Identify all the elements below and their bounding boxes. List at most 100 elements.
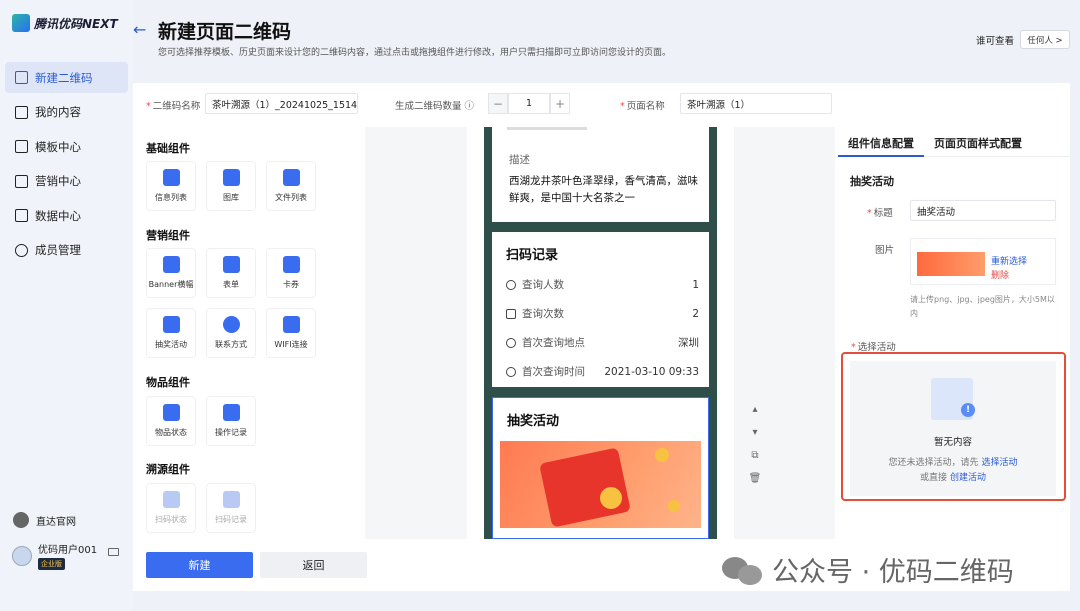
chat-icon bbox=[222, 316, 240, 333]
official-site-link[interactable]: 直达官网 bbox=[13, 512, 76, 528]
create-activity-link[interactable]: 创建活动 bbox=[950, 473, 986, 483]
count-input[interactable]: 1 bbox=[508, 93, 550, 114]
scan-icon bbox=[222, 491, 240, 508]
sidebar-item-label: 营销中心 bbox=[35, 174, 81, 188]
title-field-input[interactable]: 抽奖活动 bbox=[910, 200, 1056, 221]
list-icon bbox=[15, 105, 28, 119]
clock-icon bbox=[506, 366, 516, 377]
component-wifi[interactable]: WIFI连接 bbox=[266, 308, 316, 358]
watermark-text: 公众号 · 优码二维码 bbox=[772, 557, 1014, 588]
select-activity-link[interactable]: 选择活动 bbox=[981, 458, 1017, 468]
sidebar-item-label: 成员管理 bbox=[35, 243, 81, 257]
logo-icon bbox=[12, 14, 30, 32]
document-icon bbox=[506, 308, 516, 319]
card-toolbar: ▴ ▾ ⧉ 🗑 bbox=[747, 398, 763, 490]
copy-icon[interactable]: ⧉ bbox=[747, 444, 763, 467]
reselect-link[interactable]: 重新选择 bbox=[991, 254, 1027, 267]
logo-text: 腾讯优码NEXT bbox=[34, 16, 118, 31]
page-subtitle: 您可选择推荐模板、历史页面来设计您的二维码内容，通过点击或拖拽组件进行修改，用户… bbox=[158, 48, 672, 58]
upload-hint: 请上传png、jpg、jpeg图片，大小5M以内 bbox=[910, 295, 1055, 318]
mail-icon[interactable] bbox=[108, 548, 119, 556]
info-icon: ⓘ bbox=[464, 101, 475, 112]
app-logo[interactable]: 腾讯优码NEXT bbox=[12, 14, 118, 32]
sidebar-item-new-qr[interactable]: 新建二维码 bbox=[5, 62, 128, 93]
component-contact[interactable]: 联系方式 bbox=[206, 308, 256, 358]
component-lottery[interactable]: 抽奖活动 bbox=[146, 308, 196, 358]
official-site-label: 直达官网 bbox=[36, 516, 76, 528]
form-icon bbox=[222, 256, 240, 273]
coin bbox=[600, 487, 622, 509]
scan-row-time: 首次查询时间 2021-03-10 09:33 bbox=[506, 364, 699, 379]
component-form[interactable]: 表单 bbox=[206, 248, 256, 298]
image-thumbnail bbox=[917, 252, 985, 276]
increment-button[interactable]: + bbox=[550, 93, 570, 114]
tab-component-config[interactable]: 组件信息配置 bbox=[838, 127, 924, 157]
scan-record-card[interactable]: 扫码记录 查询人数 1 查询次数 2 首次查询地点 深圳 首次查询时间 2021-03-… bbox=[492, 232, 709, 387]
sidebar-item-label: 新建二维码 bbox=[35, 70, 93, 85]
user-profile[interactable]: 优码用户001 企业版 bbox=[12, 541, 97, 570]
sidebar-item-members[interactable]: 成员管理 bbox=[5, 235, 128, 266]
sidebar-item-label: 模板中心 bbox=[35, 139, 81, 154]
user-icon bbox=[15, 243, 28, 257]
sidebar-item-data[interactable]: 数据中心 bbox=[5, 200, 128, 231]
move-up-icon[interactable]: ▴ bbox=[747, 398, 763, 421]
config-section-title: 抽奖活动 bbox=[850, 175, 894, 188]
description-card[interactable]: 描述 西湖龙井茶叶色泽翠绿，香气清高，滋味鲜爽，是中国十大名茶之一 bbox=[492, 127, 709, 222]
banner-icon bbox=[162, 256, 180, 273]
avatar bbox=[12, 545, 32, 566]
delete-link[interactable]: 删除 bbox=[991, 268, 1009, 281]
sidebar-item-my-content[interactable]: 我的内容 bbox=[5, 97, 128, 128]
empty-text-line2: 或直接 创建活动 bbox=[920, 473, 986, 483]
sidebar-item-templates[interactable]: 模板中心 bbox=[5, 131, 128, 162]
user-name: 优码用户001 bbox=[38, 545, 98, 556]
component-info-list[interactable]: 信息列表 bbox=[146, 161, 196, 211]
component-scan-status: 扫码状态 bbox=[146, 483, 196, 533]
sidebar-item-marketing[interactable]: 营销中心 bbox=[5, 166, 128, 197]
user-icon bbox=[506, 279, 516, 290]
folder-icon bbox=[282, 169, 300, 186]
marketing-components-title: 营销组件 bbox=[146, 229, 190, 242]
component-banner[interactable]: Banner横幅 bbox=[146, 248, 196, 298]
chart-icon bbox=[15, 174, 28, 188]
coin bbox=[668, 500, 680, 512]
lottery-title: 抽奖活动 bbox=[507, 414, 560, 429]
component-file-list[interactable]: 文件列表 bbox=[266, 161, 316, 211]
count-label: 生成二维码数量 ⓘ bbox=[395, 101, 475, 112]
page-name-input[interactable]: 茶叶溯源（1） bbox=[680, 93, 832, 114]
coupon-icon bbox=[282, 256, 300, 273]
trash-icon[interactable]: 🗑 bbox=[747, 467, 763, 490]
empty-text-line1: 您还未选择活动，请先 选择活动 bbox=[888, 458, 1018, 468]
image-icon bbox=[222, 169, 240, 186]
wechat-icon bbox=[722, 555, 762, 585]
component-coupon[interactable]: 卡券 bbox=[266, 248, 316, 298]
empty-title: 暂无内容 bbox=[933, 437, 972, 448]
move-down-icon[interactable]: ▾ bbox=[747, 421, 763, 444]
basic-components-title: 基础组件 bbox=[146, 142, 190, 155]
description-label: 描述 bbox=[509, 154, 530, 166]
info-list-icon bbox=[162, 169, 180, 186]
coin bbox=[655, 448, 669, 462]
description-text: 西湖龙井茶叶色泽翠绿，香气清高，滋味鲜爽，是中国十大名茶之一 bbox=[509, 175, 698, 204]
visibility-select[interactable]: 任何人 > bbox=[1020, 30, 1070, 49]
grid-icon bbox=[15, 71, 28, 84]
component-gallery[interactable]: 图库 bbox=[206, 161, 256, 211]
qr-name-label: * 二维码名称 bbox=[146, 101, 201, 112]
home-icon bbox=[13, 512, 29, 528]
bar-chart-icon bbox=[15, 209, 28, 222]
select-activity-label: * 选择活动 bbox=[851, 342, 896, 353]
back-arrow-icon[interactable]: ← bbox=[133, 20, 146, 39]
back-button[interactable]: 返回 bbox=[260, 552, 367, 578]
tab-page-style[interactable]: 页面页面样式配置 bbox=[924, 127, 1032, 157]
goods-components-title: 物品组件 bbox=[146, 376, 190, 389]
location-icon bbox=[506, 337, 516, 348]
scan-row-users: 查询人数 1 bbox=[506, 277, 699, 292]
alert-icon: ! bbox=[961, 403, 975, 417]
sidebar-item-label: 我的内容 bbox=[35, 105, 81, 119]
component-operation-log[interactable]: 操作记录 bbox=[206, 396, 256, 446]
qr-name-input[interactable]: 茶叶溯源（1）_20241025_151442 bbox=[205, 93, 358, 114]
decrement-button[interactable]: − bbox=[488, 93, 508, 114]
component-goods-status[interactable]: 物品状态 bbox=[146, 396, 196, 446]
scan-row-location: 首次查询地点 深圳 bbox=[506, 335, 699, 350]
create-button[interactable]: 新建 bbox=[146, 552, 253, 578]
quantity-stepper: − 1 + bbox=[488, 93, 570, 114]
